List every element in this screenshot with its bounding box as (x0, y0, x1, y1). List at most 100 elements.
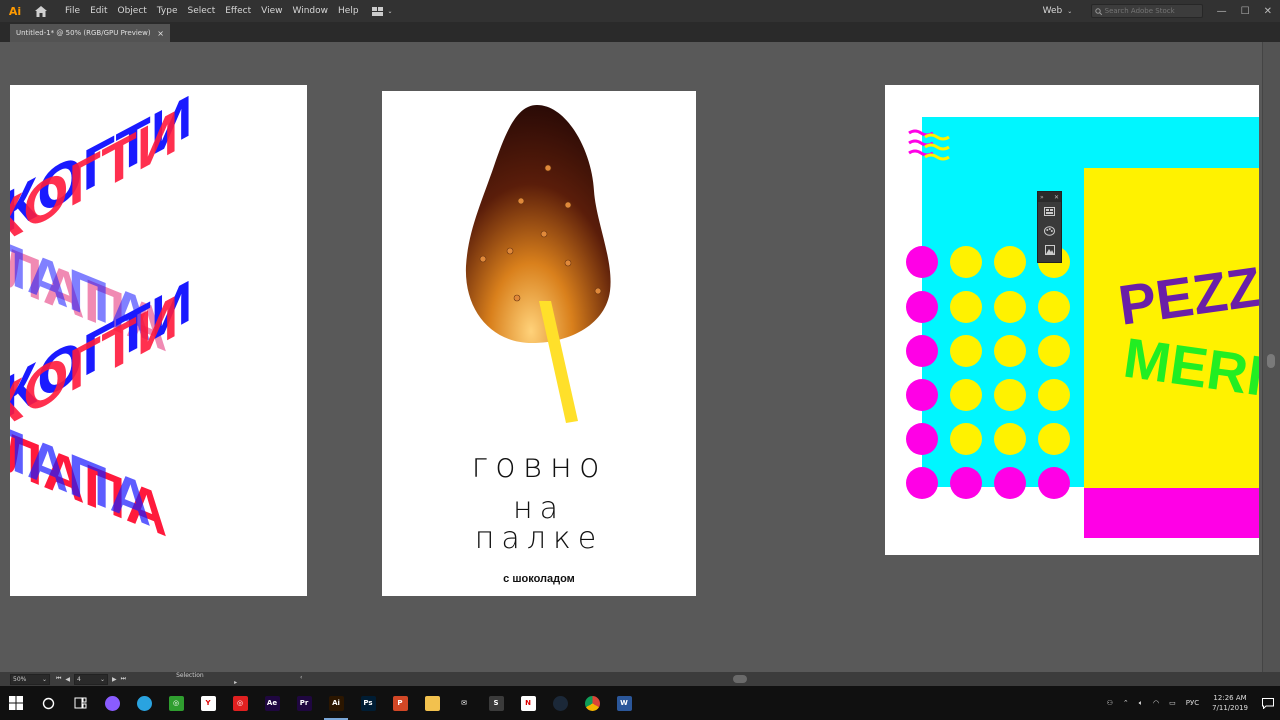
first-artboard-icon[interactable]: ⏮ (56, 675, 61, 683)
taskbar-app-illustrator[interactable]: Ai (320, 686, 352, 720)
pattern-dot (906, 246, 938, 278)
close-icon[interactable]: × (157, 29, 164, 38)
current-tool-status[interactable]: Selection ▸ (176, 672, 266, 686)
artboard-2[interactable]: говно на палке с шоколадом (382, 91, 696, 596)
arrange-documents-button[interactable]: ⌄ (371, 6, 393, 16)
taskbar-app-green-app[interactable]: ◎ (160, 686, 192, 720)
document-tab-title: Untitled-1* @ 50% (RGB/GPU Preview) (16, 29, 151, 37)
workspace-switcher[interactable]: Web ⌄ (1043, 6, 1083, 16)
menu-object[interactable]: Object (113, 0, 152, 22)
task-view-icon (74, 697, 86, 709)
chevron-left-icon[interactable]: ‹ (300, 674, 302, 681)
taskbar-app-yandex[interactable]: Y (192, 686, 224, 720)
action-center-button[interactable] (1256, 697, 1280, 709)
close-panel-icon[interactable]: ✕ (1054, 194, 1059, 201)
chocolate-body (465, 105, 611, 343)
document-tab[interactable]: Untitled-1* @ 50% (RGB/GPU Preview) × (10, 24, 170, 42)
artboard-1[interactable]: КОГТИ КОГТИ ЛАПА ЛАПА КОГТИ КОГТИ ЛАПА Л… (10, 85, 307, 596)
menu-type[interactable]: Type (152, 0, 183, 22)
chevron-down-icon: ⌄ (100, 675, 106, 683)
horizontal-scroll-thumb[interactable] (733, 675, 747, 683)
chevron-up-icon[interactable]: ⌃ (1118, 699, 1134, 707)
canvas[interactable]: КОГТИ КОГТИ ЛАПА ЛАПА КОГТИ КОГТИ ЛАПА Л… (0, 42, 1262, 672)
taskbar-app-word[interactable]: W (608, 686, 640, 720)
chevron-right-icon: ▸ (234, 679, 238, 686)
menu-edit[interactable]: Edit (85, 0, 112, 22)
menu-window[interactable]: Window (288, 0, 334, 22)
task-view-button[interactable] (64, 686, 96, 720)
menu-select[interactable]: Select (182, 0, 220, 22)
telegram-icon (136, 695, 152, 711)
taskbar-app-chrome[interactable] (576, 686, 608, 720)
menu-file[interactable]: File (60, 0, 85, 22)
maximize-button[interactable]: ☐ (1241, 6, 1250, 17)
chevron-down-icon: ⌄ (387, 7, 393, 15)
close-button[interactable]: ✕ (1264, 6, 1272, 17)
menu-effect[interactable]: Effect (220, 0, 256, 22)
green-app-icon-label: ◎ (172, 699, 180, 707)
photoshop-icon-label: Ps (363, 699, 373, 707)
stock-search-field[interactable] (1090, 4, 1203, 18)
expand-panel-icon[interactable]: » (1040, 194, 1044, 201)
battery-icon[interactable]: ▭ (1164, 699, 1181, 707)
artboard-1-artwork: КОГТИ КОГТИ ЛАПА ЛАПА КОГТИ КОГТИ ЛАПА Л… (10, 85, 192, 549)
status-bar: 50% ⌄ ⏮ ◀ 4 ⌄ ▶ ⏭ Selection ▸ ‹ (0, 672, 1280, 686)
poster-line-3: палке (474, 521, 604, 556)
menu-view[interactable]: View (256, 0, 287, 22)
pattern-dot (1038, 423, 1070, 455)
taskbar-app-photoshop[interactable]: Ps (352, 686, 384, 720)
cortana-circle-icon (42, 697, 54, 709)
image-trace-button[interactable] (1038, 240, 1061, 259)
clock[interactable]: 12:26 AM 7/11/2019 (1204, 693, 1256, 713)
after-effects-icon-label: Ae (266, 699, 278, 707)
taskbar-app-steam[interactable] (544, 686, 576, 720)
pattern-dot (950, 423, 982, 455)
search-button[interactable] (32, 686, 64, 720)
artboard-3-artwork: PEZZ MERI (906, 117, 1259, 538)
people-icon[interactable]: ⚇ (1102, 699, 1118, 707)
previous-artboard-icon[interactable]: ◀ (65, 676, 70, 683)
pattern-dot (950, 291, 982, 323)
vertical-scroll-thumb[interactable] (1267, 354, 1275, 368)
taskbar-app-sublime[interactable]: S (480, 686, 512, 720)
libraries-button[interactable] (1038, 202, 1061, 221)
taskbar-app-premiere[interactable]: Pr (288, 686, 320, 720)
pattern-dot (994, 246, 1026, 278)
windows-logo-icon (9, 696, 23, 710)
premiere-icon: Pr (296, 695, 312, 711)
image-trace-icon (1044, 244, 1055, 255)
last-artboard-icon[interactable]: ⏭ (121, 675, 126, 683)
artboard-number-select[interactable]: 4 ⌄ (74, 673, 109, 685)
next-artboard-icon[interactable]: ▶ (112, 676, 117, 683)
taskbar-app-red-app[interactable]: ◎ (224, 686, 256, 720)
minimize-button[interactable]: — (1217, 6, 1227, 17)
taskbar-app-after-effects[interactable]: Ae (256, 686, 288, 720)
taskbar-app-file-explorer[interactable] (416, 686, 448, 720)
vertical-scrollbar[interactable] (1262, 42, 1280, 672)
sublime-icon-label: S (493, 699, 499, 707)
stock-search-input[interactable] (1104, 7, 1201, 15)
start-button[interactable] (0, 686, 32, 720)
panel-header: » ✕ (1038, 192, 1061, 202)
yandex-icon-label: Y (205, 699, 211, 707)
taskbar-app-mail[interactable]: ✉ (448, 686, 480, 720)
horizontal-scrollbar[interactable]: ‹ (300, 674, 1255, 683)
pattern-dot (994, 423, 1026, 455)
artboard-3[interactable]: PEZZ MERI (885, 85, 1259, 555)
color-guide-button[interactable] (1038, 221, 1061, 240)
volume-icon[interactable]: 🔈︎ (1134, 699, 1148, 708)
taskbar-app-cortana[interactable] (96, 686, 128, 720)
pattern-dot (1038, 335, 1070, 367)
language-indicator[interactable]: РУС (1181, 699, 1204, 707)
pattern-dot (1038, 379, 1070, 411)
pattern-dot (906, 379, 938, 411)
home-icon[interactable] (30, 0, 52, 22)
taskbar-app-powerpoint[interactable]: P (384, 686, 416, 720)
menu-help[interactable]: Help (333, 0, 364, 22)
wifi-icon[interactable]: ◠ (1148, 699, 1164, 707)
pattern-dot (994, 379, 1026, 411)
zoom-select[interactable]: 50% ⌄ (10, 673, 50, 685)
taskbar-app-telegram[interactable] (128, 686, 160, 720)
pattern-dot (950, 246, 982, 278)
taskbar-app-notion[interactable]: N (512, 686, 544, 720)
